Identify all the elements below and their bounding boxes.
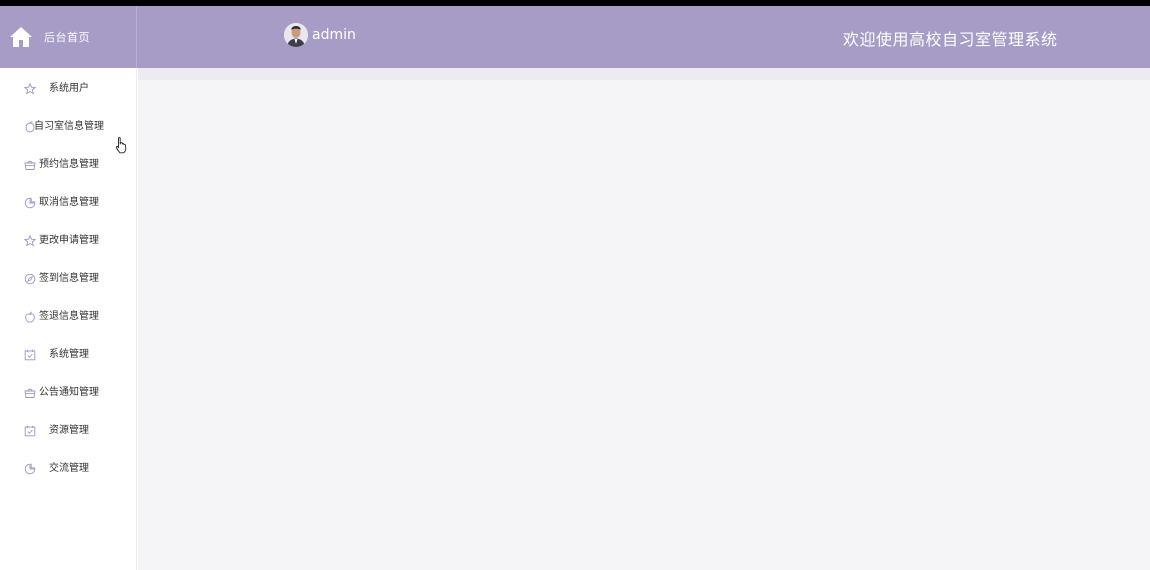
username: admin bbox=[312, 27, 356, 43]
sidebar-item-label: 签到信息管理 bbox=[39, 273, 99, 284]
sidebar-item-announcement[interactable]: 公告通知管理 bbox=[0, 374, 137, 412]
sidebar-item-reservation-info[interactable]: 预约信息管理 bbox=[0, 146, 137, 184]
sidebar-item-label: 公告通知管理 bbox=[39, 387, 99, 398]
home-label: 后台首页 bbox=[44, 31, 90, 44]
content-tab-bar bbox=[138, 68, 1150, 80]
user-menu[interactable]: admin bbox=[284, 22, 356, 48]
sidebar-item-label: 系统用户 bbox=[49, 83, 89, 94]
sidebar-item-label: 自习室信息管理 bbox=[34, 121, 104, 132]
basket-icon bbox=[24, 159, 36, 171]
sidebar: 系统用户 自习室信息管理 预约信息管理 取消信息管理 更改申请管理 签到信息管理 bbox=[0, 68, 137, 570]
home-link[interactable]: 后台首页 bbox=[0, 6, 137, 68]
sidebar-item-study-room-info[interactable]: 自习室信息管理 bbox=[0, 108, 137, 146]
basket-icon bbox=[24, 387, 36, 399]
sidebar-item-label: 系统管理 bbox=[49, 349, 89, 360]
sidebar-item-change-request[interactable]: 更改申请管理 bbox=[0, 222, 137, 260]
sidebar-item-sign-in-info[interactable]: 签到信息管理 bbox=[0, 260, 137, 298]
pie-chart-icon bbox=[24, 463, 36, 475]
star-icon bbox=[24, 235, 36, 247]
sidebar-item-label: 预约信息管理 bbox=[39, 159, 99, 170]
apple-icon bbox=[24, 311, 36, 323]
sidebar-item-label: 取消信息管理 bbox=[39, 197, 99, 208]
sidebar-item-system-management[interactable]: 系统管理 bbox=[0, 336, 137, 374]
sidebar-item-label: 交流管理 bbox=[49, 463, 89, 474]
sidebar-item-label: 资源管理 bbox=[49, 425, 89, 436]
sidebar-item-label: 更改申请管理 bbox=[39, 235, 99, 246]
star-icon bbox=[24, 83, 36, 95]
main-content bbox=[138, 80, 1150, 570]
calendar-check-icon bbox=[24, 349, 36, 361]
top-header: 后台首页 admin 欢迎使用高校自习室管理系统 bbox=[0, 6, 1150, 68]
sidebar-item-cancel-info[interactable]: 取消信息管理 bbox=[0, 184, 137, 222]
sidebar-item-label: 签退信息管理 bbox=[39, 311, 99, 322]
avatar bbox=[284, 23, 308, 47]
compass-icon bbox=[24, 273, 36, 285]
sidebar-item-system-users[interactable]: 系统用户 bbox=[0, 70, 137, 108]
pie-chart-icon bbox=[24, 197, 36, 209]
calendar-check-icon bbox=[24, 425, 36, 437]
sidebar-item-sign-out-info[interactable]: 签退信息管理 bbox=[0, 298, 137, 336]
sidebar-item-resources[interactable]: 资源管理 bbox=[0, 412, 137, 450]
welcome-title: 欢迎使用高校自习室管理系统 bbox=[843, 30, 1058, 49]
sidebar-item-communication[interactable]: 交流管理 bbox=[0, 450, 137, 488]
home-icon bbox=[9, 25, 33, 49]
